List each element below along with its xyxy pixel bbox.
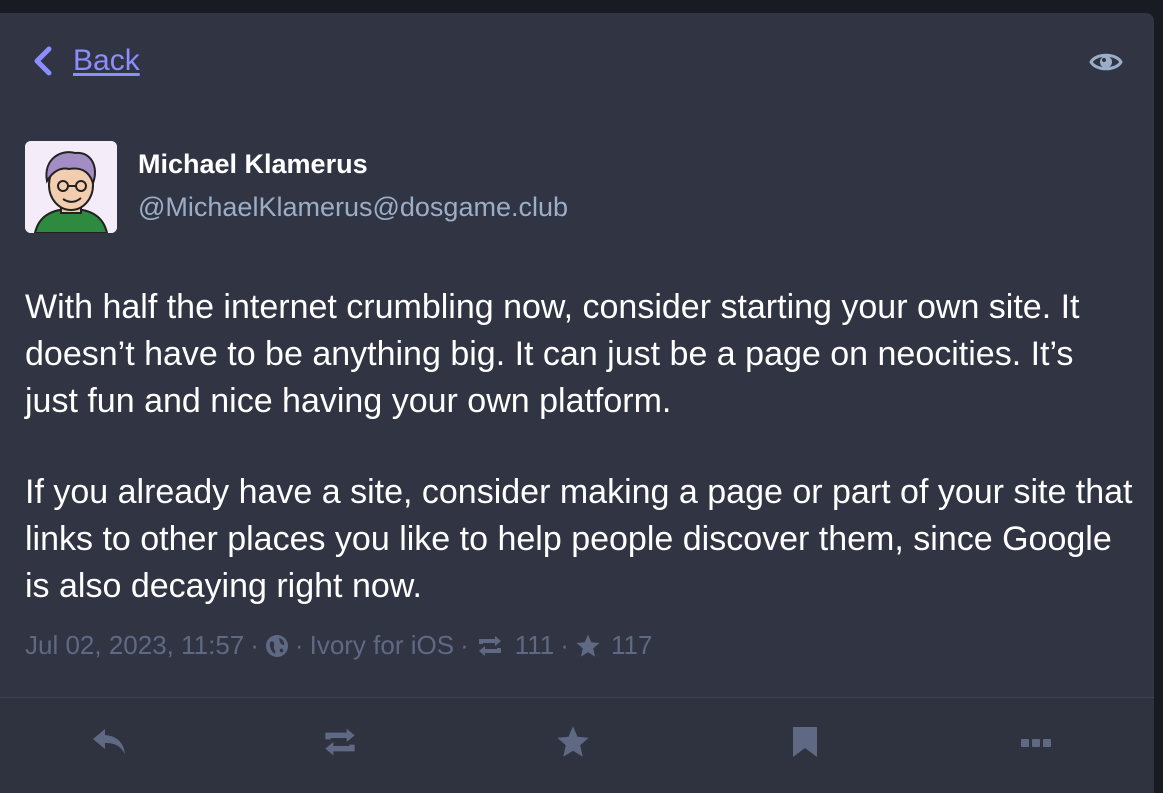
account-handle[interactable]: @MichaelKlamerus@dosgame.club [138,191,568,223]
avatar[interactable] [25,141,117,233]
star-icon [555,724,591,765]
status-meta: Jul 02, 2023, 11:57 · · Ivory for iOS · … [25,630,652,661]
boosts-count: 111 [514,630,555,660]
ellipsis-icon [1020,735,1052,753]
bookmark-icon [791,725,819,764]
column-header: Back [0,13,1154,109]
retweet-icon [475,634,505,658]
bookmark-button[interactable] [783,724,827,764]
chevron-left-icon [33,46,53,76]
boosts-link[interactable]: 111 [475,630,555,661]
meta-separator: · [460,630,469,660]
eye-icon [1089,53,1123,79]
status-paragraph: If you already have a site, consider mak… [25,473,1133,605]
display-name[interactable]: Michael Klamerus [138,148,568,180]
boost-button[interactable] [318,724,362,764]
status-paragraph: With half the internet crumbling now, co… [25,288,1080,420]
action-bar [0,698,1154,793]
retweet-icon [319,726,361,763]
meta-separator: · [294,630,304,660]
status-detail-card: Back Michael Klamerus @MichaelKlamerus@d… [0,13,1154,793]
reply-button[interactable] [87,724,131,764]
reply-icon [90,726,128,763]
meta-separator: · [560,630,569,660]
star-icon [575,633,601,659]
status-author[interactable]: Michael Klamerus @MichaelKlamerus@dosgam… [25,141,568,233]
toggle-visibility-button[interactable] [1089,49,1123,75]
status-content: With half the internet crumbling now, co… [25,284,1135,654]
application-link[interactable]: Ivory for iOS [310,630,454,661]
favourites-count: 117 [610,630,653,660]
favourite-button[interactable] [551,724,595,764]
favourites-link[interactable]: 117 [575,630,652,661]
meta-separator: · [250,630,259,660]
globe-icon [265,634,289,658]
more-button[interactable] [1014,724,1058,764]
back-button[interactable]: Back [33,44,140,78]
back-label: Back [73,44,140,77]
timestamp-link[interactable]: Jul 02, 2023, 11:57 [25,630,244,661]
